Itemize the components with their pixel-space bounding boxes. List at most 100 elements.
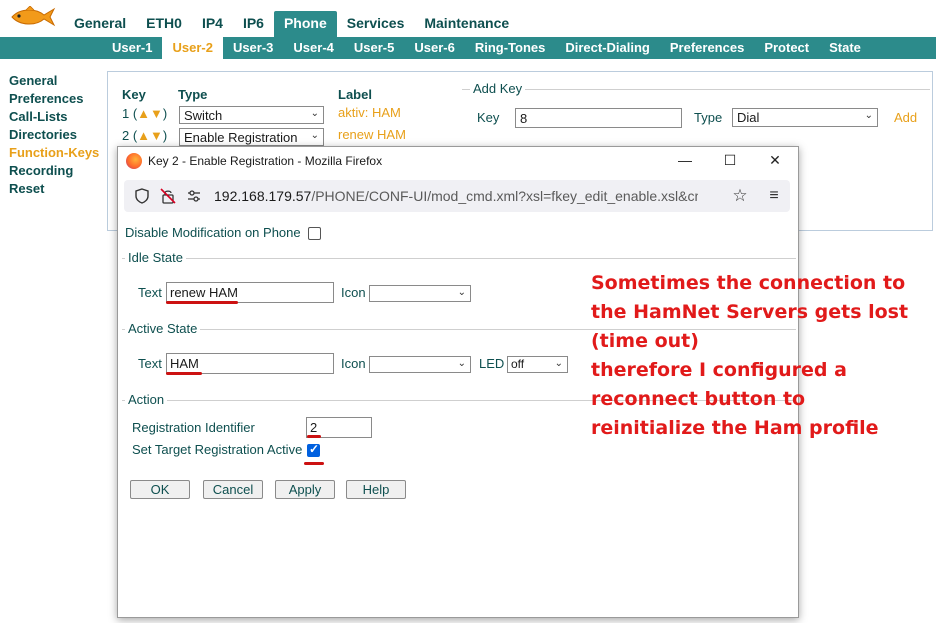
key-2-type-select[interactable]: Enable Registration ⌄ [179,128,324,146]
sidebar-item-preferences[interactable]: Preferences [9,90,99,108]
subtab-user-5[interactable]: User-5 [344,37,404,59]
add-key-fieldset-border [462,89,930,90]
disable-modification-checkbox[interactable] [308,227,321,240]
sidebar-item-general[interactable]: General [9,72,99,90]
sidebar-item-call-lists[interactable]: Call-Lists [9,108,99,126]
sidebar-item-recording[interactable]: Recording [9,162,99,180]
subtab-state[interactable]: State [819,37,871,59]
shield-icon[interactable] [134,188,150,204]
highlight-underline [166,372,202,375]
idle-text-label: Text [138,285,162,300]
sidebar: General Preferences Call-Lists Directori… [9,72,99,198]
move-up-icon[interactable]: ▲ [137,106,150,121]
sub-nav: User-1 User-2 User-3 User-4 User-5 User-… [0,37,936,59]
move-down-icon[interactable]: ▼ [150,128,163,143]
subtab-user-4[interactable]: User-4 [283,37,343,59]
led-label: LED [479,356,505,371]
action-legend: Action [125,392,168,407]
apply-button[interactable]: Apply [275,480,335,499]
ok-button[interactable]: OK [130,480,190,499]
annotation-text: Sometimes the connection to the HamNet S… [591,269,931,443]
checkmark-icon: ✓ [309,442,320,456]
key-row-1-number: 1 (▲▼) [122,106,168,121]
close-icon[interactable]: ✕ [766,151,784,169]
tab-ip4[interactable]: IP4 [192,11,233,37]
key-row-2-number: 2 (▲▼) [122,128,168,143]
key-1-type-select[interactable]: Switch ⌄ [179,106,324,124]
active-state-legend: Active State [125,321,201,336]
sidebar-item-function-keys[interactable]: Function-Keys [9,144,99,162]
add-key-type-select[interactable]: Dial ⌄ [732,108,878,127]
tab-ip6[interactable]: IP6 [233,11,274,37]
sidebar-item-directories[interactable]: Directories [9,126,99,144]
subtab-user-1[interactable]: User-1 [102,37,162,59]
col-header-type: Type [178,87,208,102]
col-header-label: Label [338,87,372,102]
highlight-underline [307,435,321,438]
sidebar-item-reset[interactable]: Reset [9,180,99,198]
chevron-down-icon: ⌄ [554,358,563,369]
active-text-label: Text [138,356,162,371]
annotation-line: reconnect button to [591,388,806,410]
url-bar[interactable]: 192.168.179.57/PHONE/CONF-UI/mod_cmd.xml… [124,180,790,212]
annotation-line: reinitialize the Ham profile [591,417,879,439]
subtab-direct-dialing[interactable]: Direct-Dialing [555,37,660,59]
firefox-logo-icon [126,153,142,169]
top-nav: General ETH0 IP4 IP6 Phone Services Main… [64,11,519,37]
insecure-lock-icon[interactable] [160,188,176,204]
idle-state-legend: Idle State [125,250,186,265]
key-1-label-link[interactable]: aktiv: HAM [338,105,401,120]
popup-titlebar: Key 2 - Enable Registration - Mozilla Fi… [118,147,798,175]
disable-modification-label: Disable Modification on Phone [125,225,301,240]
key-2-label-link[interactable]: renew HAM [338,127,406,142]
idle-icon-select[interactable]: ⌄ [369,285,471,302]
chevron-down-icon: ⌄ [864,110,873,121]
annotation-line: therefore I configured a [591,359,847,381]
active-text-input[interactable]: HAM [166,353,334,374]
permissions-icon[interactable] [186,188,202,204]
cancel-button[interactable]: Cancel [203,480,263,499]
add-key-key-label: Key [477,110,500,125]
col-header-key: Key [122,87,146,102]
add-key-legend: Add Key [470,81,526,96]
registration-identifier-label: Registration Identifier [132,420,255,435]
annotation-line: the HamNet Servers gets lost [591,301,909,323]
chevron-down-icon: ⌄ [310,130,319,141]
add-key-key-input[interactable]: 8 [515,108,682,128]
chevron-down-icon: ⌄ [457,358,466,369]
tab-phone[interactable]: Phone [273,11,337,37]
annotation-line: Sometimes the connection to [591,272,906,294]
chevron-down-icon: ⌄ [457,287,466,298]
tab-maintenance[interactable]: Maintenance [414,11,519,37]
set-target-registration-checkbox[interactable]: ✓ [307,442,320,457]
subtab-user-3[interactable]: User-3 [223,37,283,59]
key-number: 2 ( [122,128,138,143]
subtab-user-6[interactable]: User-6 [404,37,464,59]
help-button[interactable]: Help [346,480,406,499]
minimize-icon[interactable]: — [676,151,694,169]
url-text[interactable]: 192.168.179.57/PHONE/CONF-UI/mod_cmd.xml… [214,188,698,204]
idle-text-input[interactable]: renew HAM [166,282,334,303]
idle-icon-label: Icon [341,285,366,300]
move-up-icon[interactable]: ▲ [137,128,150,143]
logo-fish-icon [11,6,56,27]
tab-eth0[interactable]: ETH0 [136,11,192,37]
tab-general[interactable]: General [64,11,136,37]
subtab-user-2[interactable]: User-2 [162,37,223,59]
subtab-protect[interactable]: Protect [754,37,819,59]
annotation-line: (time out) [591,330,699,352]
add-key-add-link[interactable]: Add [894,110,917,125]
tab-services[interactable]: Services [337,11,415,37]
active-icon-select[interactable]: ⌄ [369,356,471,373]
subtab-preferences[interactable]: Preferences [660,37,754,59]
menu-hamburger-icon[interactable]: ≡ [766,188,782,204]
key-number: 1 ( [122,106,138,121]
maximize-icon[interactable]: ☐ [721,151,739,169]
move-down-icon[interactable]: ▼ [150,106,163,121]
chevron-down-icon: ⌄ [310,108,319,119]
add-key-type-label: Type [694,110,723,125]
bookmark-star-icon[interactable]: ☆ [732,187,748,204]
highlight-underline [166,301,238,304]
led-select[interactable]: off ⌄ [507,356,568,373]
subtab-ring-tones[interactable]: Ring-Tones [465,37,556,59]
